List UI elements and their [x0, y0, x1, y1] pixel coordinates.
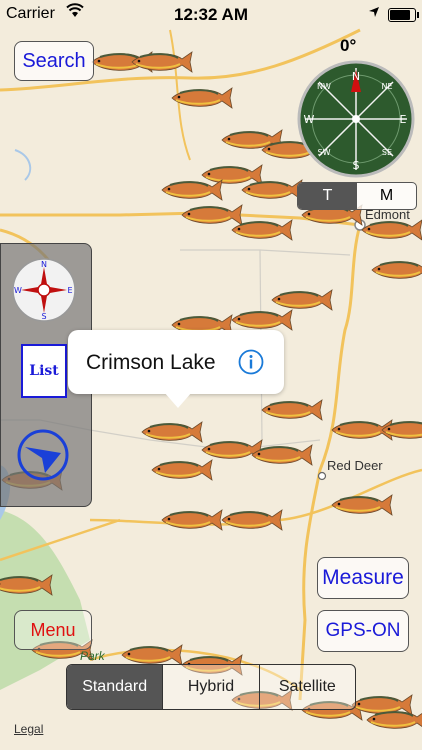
trout-fish-icon[interactable]	[151, 459, 213, 481]
info-icon[interactable]	[238, 349, 264, 375]
map-callout[interactable]: Crimson Lake	[68, 330, 284, 408]
park-label: Park	[80, 649, 105, 663]
trout-fish-icon[interactable]	[171, 87, 233, 109]
menu-button[interactable]: Menu	[14, 610, 92, 650]
park-area	[0, 510, 90, 690]
compass-letter: W	[14, 286, 22, 295]
trout-fish-icon[interactable]	[241, 179, 303, 201]
search-button[interactable]: Search	[14, 41, 94, 81]
legal-link[interactable]: Legal	[14, 722, 43, 736]
compass-letter: SW	[318, 148, 331, 157]
magnetic-north-option[interactable]: M	[357, 183, 416, 209]
compass-letter: NE	[381, 82, 392, 91]
compass-rose-icon[interactable]: N E S W	[11, 257, 77, 323]
map-type-standard[interactable]: Standard	[67, 665, 163, 709]
battery-fill	[390, 10, 410, 20]
location-arrow-icon	[369, 7, 379, 17]
navigation-arrow-icon[interactable]	[17, 429, 69, 481]
compass-heading: 0°	[340, 36, 357, 55]
city-dot	[317, 471, 327, 481]
compass-letter: S	[353, 159, 360, 172]
map-type-satellite[interactable]: Satellite	[258, 665, 355, 709]
status-bar: Carrier 12:32 AM	[0, 0, 422, 30]
compass-letter: S	[41, 312, 46, 321]
trout-fish-icon[interactable]	[371, 260, 422, 280]
compass-letter: N	[352, 70, 360, 83]
boundary-line	[180, 249, 351, 256]
callout-pointer	[164, 392, 192, 408]
true-north-option[interactable]: T	[298, 183, 357, 209]
trout-fish-icon[interactable]	[161, 509, 223, 531]
compass-letter: NW	[317, 82, 331, 91]
trout-fish-icon[interactable]	[181, 204, 243, 226]
north-reference-toggle[interactable]: T M	[297, 182, 417, 210]
trout-fish-icon[interactable]	[271, 289, 333, 311]
compass-rose-icon[interactable]: N NE E SE S SW W NW	[297, 60, 415, 178]
trout-fish-icon[interactable]	[361, 219, 422, 241]
callout-title: Crimson Lake	[86, 351, 216, 374]
trout-fish-icon[interactable]	[261, 399, 323, 421]
trout-fish-icon[interactable]	[201, 439, 263, 461]
trout-fish-icon[interactable]	[201, 164, 263, 186]
compass-letter: E	[400, 113, 407, 126]
compass-letter: E	[67, 286, 72, 295]
compass-letter: N	[41, 260, 47, 269]
trout-fish-icon[interactable]	[231, 309, 293, 331]
list-button[interactable]: List	[21, 344, 67, 398]
battery-icon	[388, 8, 419, 22]
map-type-hybrid[interactable]: Hybrid	[162, 665, 258, 709]
trout-fish-icon[interactable]	[141, 421, 203, 443]
trout-fish-icon[interactable]	[251, 444, 313, 466]
trout-fish-icon[interactable]	[121, 644, 183, 666]
city-label-red-deer: Red Deer	[327, 458, 383, 473]
trout-fish-icon[interactable]	[221, 509, 283, 531]
measure-button[interactable]: Measure	[317, 557, 409, 599]
trout-fish-icon[interactable]	[131, 51, 193, 73]
clock: 12:32 AM	[173, 5, 248, 24]
trout-fish-icon[interactable]	[331, 494, 393, 516]
map-type-selector[interactable]: Standard Hybrid Satellite	[66, 664, 356, 710]
compass-letter: W	[304, 113, 315, 126]
compass-letter: SE	[382, 148, 392, 157]
river-line	[14, 149, 32, 181]
trout-fish-icon[interactable]	[161, 179, 223, 201]
gps-button[interactable]: GPS-ON	[317, 610, 409, 652]
